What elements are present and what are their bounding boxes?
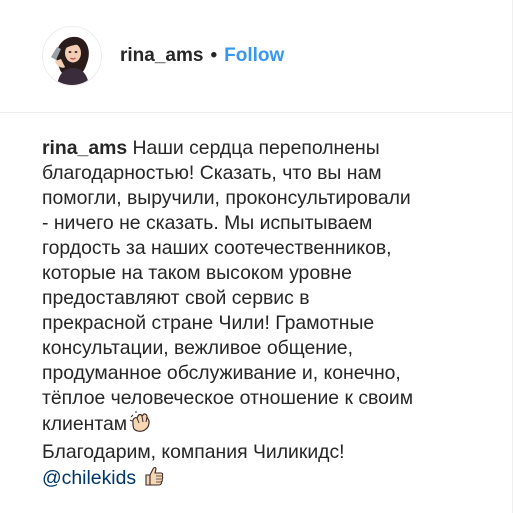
caption-line: консультации, вежливое общение, (42, 337, 353, 359)
caption: rina_ams Наши сердца переполнены благода… (42, 136, 462, 494)
caption-text: Наши сердца переполнены (132, 137, 380, 159)
avatar-image (43, 27, 101, 85)
caption-line: благодарностью! Сказать, что вы нам (42, 162, 382, 184)
header-text: rina_ams • Follow (120, 44, 284, 68)
caption-line-1: rina_ams Наши сердца переполнены (42, 136, 462, 161)
caption-line: которые на таком высоком уровне (42, 262, 352, 284)
instagram-post: rina_ams • Follow rina_ams Наши сердца п… (0, 0, 513, 513)
mention-link[interactable]: @chilekids (42, 467, 136, 489)
avatar[interactable] (42, 26, 102, 86)
caption-line: гордость за наших соотечественников, (42, 237, 392, 259)
caption-text: клиентам (42, 413, 128, 435)
header-username[interactable]: rina_ams (120, 44, 203, 68)
follow-button[interactable]: Follow (224, 44, 284, 68)
separator-dot: • (210, 45, 218, 66)
caption-line: тёплое человеческое отношение к своим (42, 387, 414, 409)
thumbs-up-icon (143, 465, 165, 494)
caption-line: - ничего не сказать. Мы испытываем (42, 212, 373, 234)
caption-username[interactable]: rina_ams (42, 137, 127, 159)
caption-line: продуманное обслуживание и, конечно, (42, 362, 401, 384)
caption-line: помогли, выручили, проконсультировали (42, 187, 411, 209)
clapping-hands-icon (129, 411, 151, 440)
caption-line: предоставляют свой сервис в (42, 287, 310, 309)
caption-line-last: клиентам (42, 411, 462, 440)
mention-line: @chilekids (42, 465, 462, 494)
caption-line: прекрасной стране Чили! Грамотные (42, 312, 375, 334)
thanks-line: Благодарим, компания Чиликидс! (42, 441, 345, 463)
post-header: rina_ams • Follow (0, 0, 512, 113)
